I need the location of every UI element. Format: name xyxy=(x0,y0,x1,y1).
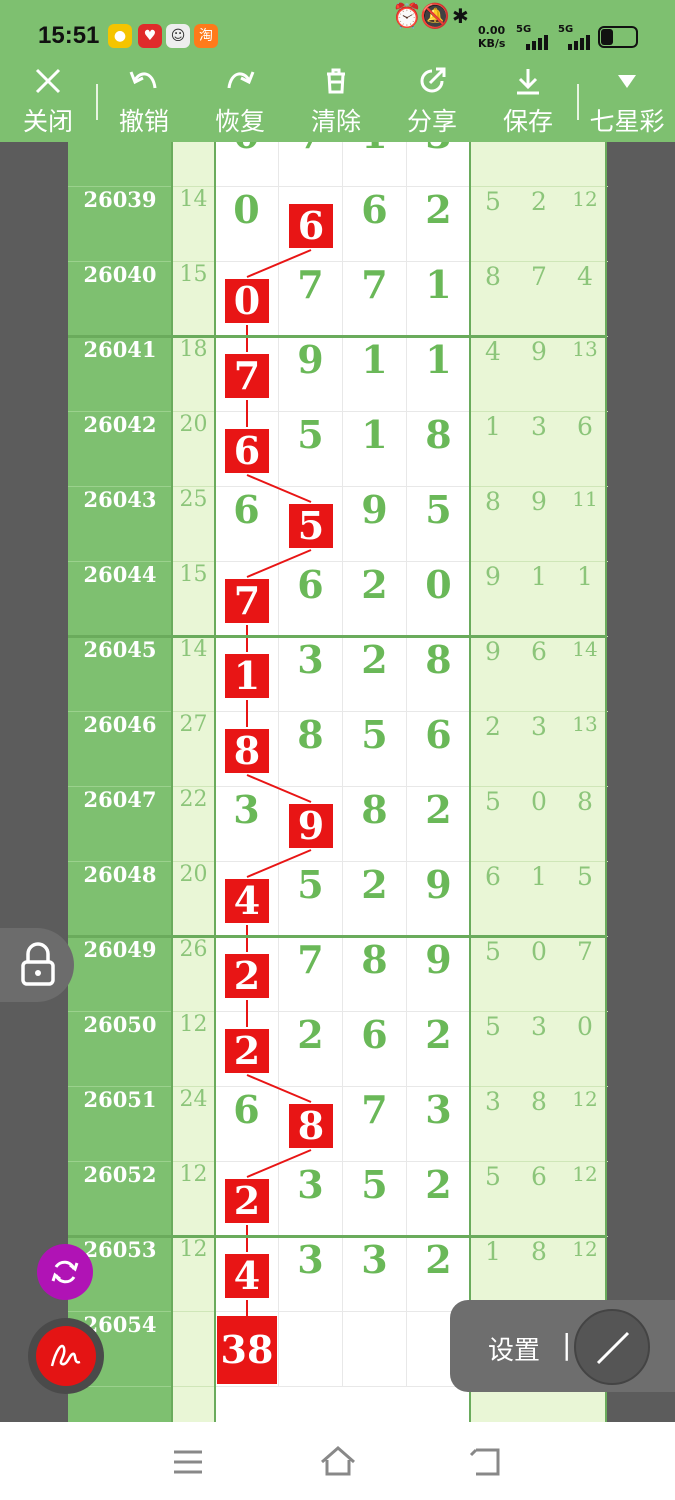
column-divider xyxy=(605,142,607,1422)
share-icon xyxy=(384,62,480,100)
trend-segment xyxy=(246,1074,312,1103)
lock-button[interactable] xyxy=(0,928,74,1002)
notification-icon: ● xyxy=(108,24,132,48)
save-button[interactable]: 保存 xyxy=(480,62,576,138)
mute-bell-icon: 🔕 xyxy=(420,2,450,30)
sync-icon xyxy=(51,1260,79,1284)
column-divider xyxy=(171,142,173,1422)
redo-label: 恢复 xyxy=(214,107,265,136)
status-time: 15:51 xyxy=(38,22,100,49)
line-tool-button[interactable] xyxy=(574,1309,650,1385)
group-divider xyxy=(68,1235,607,1238)
undo-button[interactable]: 撤销 xyxy=(96,62,192,138)
pen-scribble-icon xyxy=(50,1344,81,1367)
pen-circle xyxy=(36,1326,96,1386)
share-button[interactable]: 分享 xyxy=(384,62,480,138)
trend-segment xyxy=(246,849,312,878)
lottery-select[interactable]: 七星彩 xyxy=(579,62,675,138)
clear-button[interactable]: 清除 xyxy=(288,62,384,138)
group-divider xyxy=(68,335,607,338)
trend-lines xyxy=(246,249,312,1326)
app-red-icon: ♥ xyxy=(138,24,162,48)
trend-segment xyxy=(246,1149,312,1178)
system-nav-bar xyxy=(0,1422,675,1500)
trend-segment xyxy=(246,249,312,278)
clear-label: 清除 xyxy=(310,107,361,136)
alarm-icon: ⏰ xyxy=(392,2,422,30)
lottery-chart[interactable]: 2603811071302132603914066252122604015077… xyxy=(0,142,675,1422)
trend-segment xyxy=(246,474,312,503)
sync-button[interactable] xyxy=(37,1244,93,1300)
undo-icon xyxy=(96,62,192,100)
toolbar: 关闭 撤销 恢复 清除 分享 保存 七星彩 xyxy=(0,60,675,142)
back-icon xyxy=(469,1448,500,1476)
taobao-icon: 淘 xyxy=(194,24,218,48)
group-divider xyxy=(68,935,607,938)
settings-separator: | xyxy=(562,1328,572,1361)
settings-button[interactable]: 设置 xyxy=(488,1330,540,1367)
close-icon xyxy=(0,62,96,100)
close-label: 关闭 xyxy=(22,107,73,136)
close-button[interactable]: 关闭 xyxy=(0,62,96,138)
home-icon xyxy=(321,1446,355,1476)
save-label: 保存 xyxy=(502,107,553,136)
column-divider xyxy=(214,142,216,1422)
download-icon xyxy=(480,62,576,100)
group-divider xyxy=(68,635,607,638)
lottery-label: 七星彩 xyxy=(589,107,665,136)
share-label: 分享 xyxy=(406,107,457,136)
net-speed-value: 0.00 xyxy=(478,24,506,37)
lock-icon xyxy=(21,942,55,986)
signal-1-icon xyxy=(526,35,548,50)
redo-icon xyxy=(192,62,288,100)
bluetooth-icon: ✱ xyxy=(452,4,469,28)
slash-icon xyxy=(596,1331,630,1365)
back-nav-button[interactable] xyxy=(466,1442,506,1482)
settings-panel: 设置 | xyxy=(450,1300,675,1392)
redo-button[interactable]: 恢复 xyxy=(192,62,288,138)
pen-button[interactable] xyxy=(28,1318,104,1394)
menu-nav-button[interactable] xyxy=(168,1442,208,1482)
net-speed: 0.00 KB/s xyxy=(478,24,505,50)
undo-label: 撤销 xyxy=(118,107,169,136)
avatar-app-icon: ☺ xyxy=(166,24,190,48)
trash-icon xyxy=(288,62,384,100)
trend-segment xyxy=(246,549,312,578)
column-divider xyxy=(469,142,471,1422)
dropdown-triangle-icon xyxy=(579,62,675,100)
menu-icon xyxy=(174,1450,202,1474)
battery-icon xyxy=(598,26,638,48)
trend-segment xyxy=(246,774,312,803)
signal-2-icon xyxy=(568,35,590,50)
net-speed-unit: KB/s xyxy=(478,37,506,50)
home-nav-button[interactable] xyxy=(318,1442,358,1482)
